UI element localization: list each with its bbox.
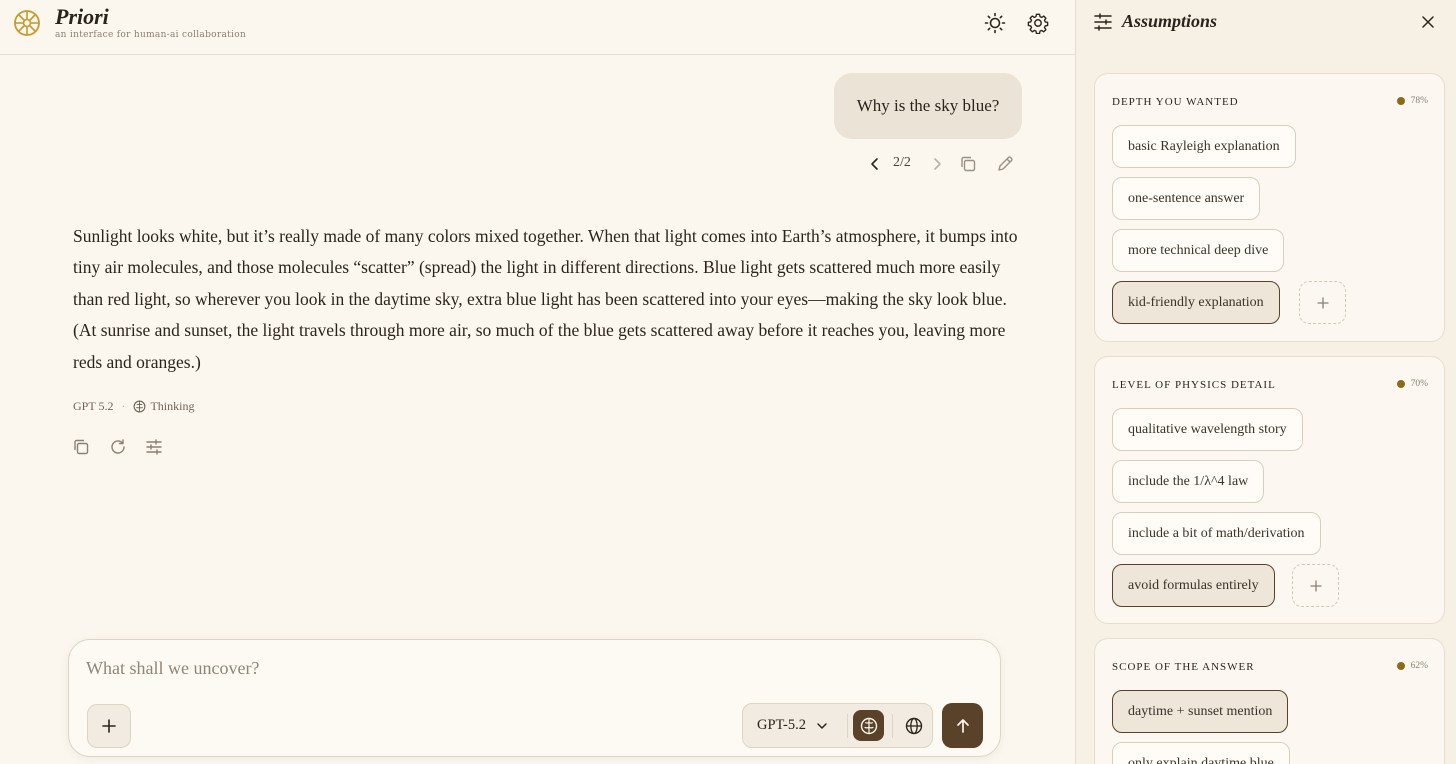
confidence-dot (1396, 380, 1405, 388)
send-button[interactable] (942, 703, 983, 748)
message-input[interactable] (86, 655, 966, 681)
tool-divider (847, 714, 848, 738)
assumption-card-scope: Scope of the answer 62% daytime + sunset… (1094, 638, 1445, 764)
assumption-option-selected[interactable]: avoid formulas entirely (1112, 564, 1275, 607)
assumption-option[interactable]: only explain daytime blue (1112, 742, 1290, 764)
panel-title: Assumptions (1122, 11, 1218, 31)
thinking-label: Thinking (150, 398, 195, 413)
globe-icon (905, 717, 922, 734)
copy-user-message-button[interactable] (957, 153, 979, 175)
copy-answer-button[interactable] (70, 436, 92, 458)
assumption-card-physics: Level of physics detail 70% qualitative … (1094, 356, 1445, 624)
message-meta: GPT 5.2 · Thinking (73, 398, 194, 414)
regenerate-button[interactable] (107, 436, 129, 458)
web-search-toggle[interactable] (898, 710, 929, 741)
attach-button[interactable] (87, 704, 131, 748)
next-version-button[interactable] (926, 153, 948, 175)
user-message-bubble: Why is the sky blue? (834, 73, 1022, 139)
confidence-indicator: 62% (1396, 661, 1428, 671)
copy-icon (74, 439, 89, 455)
assumption-option[interactable]: include a bit of math/derivation (1112, 512, 1321, 555)
gear-icon (1027, 13, 1049, 34)
meta-separator: · (121, 398, 126, 413)
assumptions-panel: Assumptions Depth you wanted 78% basic R… (1075, 0, 1456, 764)
app-name: Priori (55, 4, 109, 29)
model-label: GPT 5.2 (73, 398, 114, 413)
assumption-option-selected[interactable]: daytime + sunset mention (1112, 690, 1289, 733)
confidence-dot (1396, 97, 1405, 105)
sliders-icon (1094, 13, 1112, 31)
plus-icon (1316, 296, 1329, 309)
assumption-option[interactable]: include the 1/λ^4 law (1112, 460, 1265, 503)
theme-toggle-button[interactable] (983, 11, 1007, 35)
chevron-right-icon (934, 158, 941, 170)
plus-icon (102, 719, 116, 733)
confidence-value: 78% (1410, 96, 1428, 106)
edit-message-button[interactable] (994, 153, 1016, 175)
settings-button[interactable] (1026, 11, 1050, 35)
chevron-down-icon (817, 722, 827, 729)
assumption-option[interactable]: more technical deep dive (1112, 229, 1285, 272)
confidence-dot (1396, 662, 1405, 670)
version-pager: 2/2 (893, 155, 911, 170)
message-composer: GPT-5.2 (68, 639, 1001, 757)
sun-icon (984, 12, 1006, 34)
thinking-badge: Thinking (133, 399, 194, 414)
brain-icon (860, 717, 877, 734)
refresh-icon (111, 439, 125, 454)
assumption-option[interactable]: one-sentence answer (1112, 177, 1261, 220)
close-icon (1422, 16, 1434, 28)
confidence-indicator: 78% (1396, 96, 1428, 106)
confidence-indicator: 70% (1396, 379, 1428, 389)
add-option-button[interactable] (1292, 564, 1339, 607)
add-option-button[interactable] (1299, 281, 1346, 324)
assumption-option[interactable]: qualitative wavelength story (1112, 408, 1303, 451)
composer-tool-group: GPT-5.2 (742, 703, 933, 748)
previous-version-button[interactable] (864, 153, 886, 175)
chevron-left-icon (871, 158, 878, 170)
assumption-option[interactable]: basic Rayleigh explanation (1112, 125, 1296, 168)
close-panel-button[interactable] (1418, 12, 1438, 32)
tool-divider (892, 714, 893, 738)
confidence-value: 62% (1410, 661, 1428, 671)
sliders-icon (146, 439, 162, 455)
wheel-logo-icon (14, 10, 40, 36)
assumption-option-selected[interactable]: kid-friendly explanation (1112, 281, 1280, 324)
app-tagline: an interface for human-ai collaboration (55, 30, 247, 40)
plus-icon (1309, 579, 1322, 592)
confidence-value: 70% (1410, 379, 1428, 389)
panel-header: Assumptions (1076, 0, 1456, 46)
model-select-value: GPT-5.2 (757, 717, 807, 733)
assumption-card-depth: Depth you wanted 78% basic Rayleigh expl… (1094, 73, 1445, 342)
copy-icon (961, 156, 976, 172)
top-header: Priori an interface for human-ai collabo… (0, 0, 1075, 55)
model-select[interactable]: GPT-5.2 (743, 704, 843, 747)
brand: Priori an interface for human-ai collabo… (55, 4, 246, 40)
thinking-toggle[interactable] (853, 710, 884, 741)
brain-icon (134, 400, 146, 412)
assumption-label: Level of physics detail (1112, 379, 1276, 391)
assumptions-button[interactable] (143, 436, 165, 458)
assistant-message: Sunlight looks white, but it’s really ma… (73, 226, 1018, 372)
assumption-label: Scope of the answer (1112, 661, 1255, 673)
pencil-icon (998, 156, 1013, 171)
app-root: Priori an interface for human-ai collabo… (0, 0, 1456, 764)
arrow-up-icon (956, 718, 969, 733)
assumption-label: Depth you wanted (1112, 96, 1239, 108)
